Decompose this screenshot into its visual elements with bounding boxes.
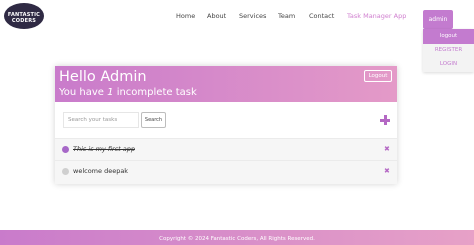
nav-home[interactable]: Home bbox=[176, 12, 195, 20]
navbar: FANTASTIC CODERS Home About Services Tea… bbox=[0, 0, 474, 34]
summary-suffix: incomplete task bbox=[113, 87, 197, 98]
task-row: welcome deepak ✖ bbox=[55, 160, 397, 182]
footer: Copyright © 2024 Fantastic Coders, All R… bbox=[0, 230, 474, 245]
footer-copyright: Copyright © 2024 Fantastic Coders, All R… bbox=[159, 236, 315, 242]
nav-about[interactable]: About bbox=[207, 12, 226, 20]
task-card: Hello Admin You have 1 incomplete task L… bbox=[55, 66, 397, 184]
task-label: This is my first app bbox=[73, 145, 135, 153]
search-button[interactable]: Search bbox=[141, 112, 166, 128]
task-complete-toggle-icon[interactable] bbox=[62, 146, 69, 153]
admin-menu-button[interactable]: admin bbox=[423, 10, 453, 29]
nav-team[interactable]: Team bbox=[278, 12, 295, 20]
nav-task-manager[interactable]: Task Manager App bbox=[347, 12, 406, 20]
task-label: welcome deepak bbox=[73, 167, 129, 175]
dropdown-login[interactable]: LOGIN bbox=[423, 61, 474, 67]
account-dropdown: logout REGISTER LOGIN bbox=[423, 29, 474, 72]
logo-text: FANTASTIC CODERS bbox=[7, 12, 41, 24]
nav-services[interactable]: Services bbox=[239, 12, 266, 20]
delete-task-icon[interactable]: ✖ bbox=[384, 167, 390, 175]
task-complete-toggle-icon[interactable] bbox=[62, 168, 69, 175]
greeting-heading: Hello Admin bbox=[59, 69, 147, 85]
task-row: This is my first app ✖ bbox=[55, 138, 397, 160]
dropdown-logout[interactable]: logout bbox=[423, 29, 474, 44]
delete-task-icon[interactable]: ✖ bbox=[384, 145, 390, 153]
search-bar: Search your tasks Search bbox=[55, 102, 397, 138]
incomplete-summary: You have 1 incomplete task bbox=[59, 87, 197, 98]
add-task-plus-icon[interactable] bbox=[380, 115, 390, 125]
summary-prefix: You have bbox=[59, 87, 108, 98]
brand-logo[interactable]: FANTASTIC CODERS bbox=[2, 1, 46, 33]
search-input[interactable]: Search your tasks bbox=[63, 112, 139, 128]
card-header: Hello Admin You have 1 incomplete task L… bbox=[55, 66, 397, 102]
dropdown-register[interactable]: REGISTER bbox=[423, 47, 474, 53]
nav-contact[interactable]: Contact bbox=[309, 12, 334, 20]
logout-button[interactable]: Logout bbox=[364, 70, 392, 82]
